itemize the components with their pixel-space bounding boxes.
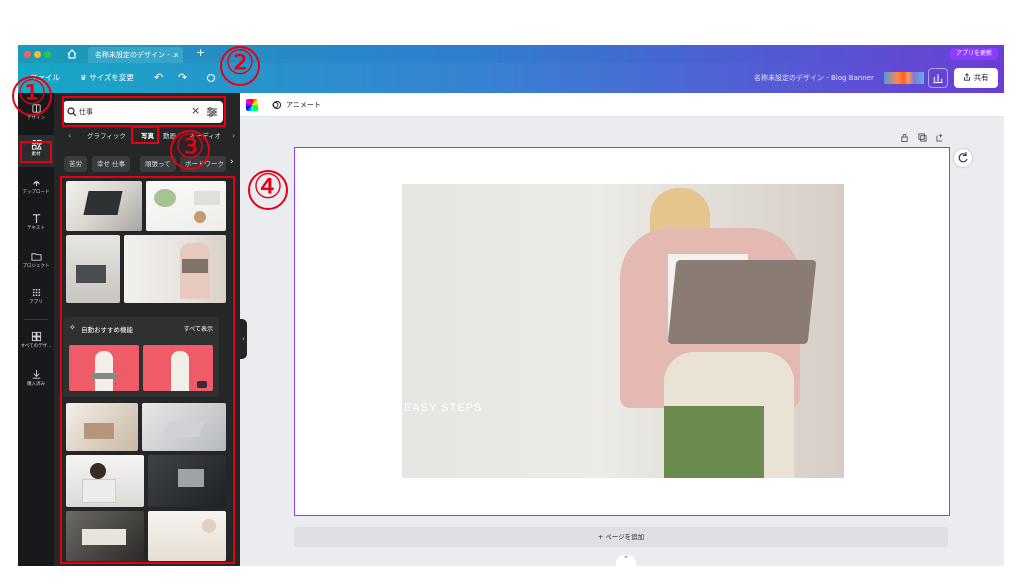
- duplicate-icon[interactable]: [918, 133, 927, 142]
- annotation-number-3: ③: [170, 130, 210, 170]
- collapse-panel-handle[interactable]: ‹: [240, 319, 247, 359]
- left-rail: デザイン 素材 アップロード テキスト プロジェクト アプリ すべてのデザ...: [18, 93, 54, 566]
- tab-bar: 名称未設定のデザイン - ... × + アプリを更新: [18, 45, 1004, 63]
- annotation-number-1: ①: [12, 76, 52, 116]
- home-icon[interactable]: [66, 48, 78, 60]
- tab-graphics[interactable]: グラフィック: [82, 128, 131, 144]
- rail-item-label: アップロード: [22, 190, 50, 195]
- tab-close-icon[interactable]: ×: [173, 47, 179, 63]
- redo-icon[interactable]: ↷: [178, 63, 187, 93]
- tag-chip[interactable]: 苦労: [64, 156, 87, 172]
- rail-item-upload[interactable]: アップロード: [18, 173, 54, 205]
- tag-chip[interactable]: 幸せ 仕事: [92, 156, 131, 172]
- rail-item-label: すべてのデザ...: [20, 344, 52, 349]
- rail-item-label: プロジェクト: [22, 264, 50, 269]
- tabs-prev-icon[interactable]: ‹: [68, 131, 71, 140]
- undo-icon[interactable]: ↶: [154, 63, 163, 93]
- overlay-text[interactable]: EASY STEPS: [404, 402, 482, 414]
- animate-button[interactable]: アニメート: [286, 93, 321, 117]
- minimize-window-dot[interactable]: [34, 51, 41, 58]
- annotation-box-photo-tab: [131, 126, 159, 144]
- annotation-box-elements: [20, 141, 52, 163]
- document-title[interactable]: 名称未設定のデザイン - Blog Banner: [754, 63, 874, 93]
- annotation-number-4: ④: [248, 170, 288, 210]
- grid-icon: [31, 331, 41, 342]
- refresh-icon: [958, 152, 968, 163]
- lock-icon[interactable]: [900, 133, 909, 142]
- refresh-button[interactable]: [954, 149, 972, 167]
- rail-item-label: 購入済み: [27, 382, 45, 387]
- rail-item-projects[interactable]: プロジェクト: [18, 247, 54, 279]
- new-tab-button[interactable]: +: [196, 46, 205, 59]
- annotation-number-2: ②: [220, 46, 260, 86]
- color-picker-button[interactable]: [246, 99, 258, 111]
- rail-item-all-designs[interactable]: すべてのデザ...: [18, 327, 54, 359]
- close-window-dot[interactable]: [24, 51, 31, 58]
- canvas-photo[interactable]: EASY STEPS: [402, 184, 844, 478]
- rail-item-text[interactable]: テキスト: [18, 209, 54, 241]
- rail-item-apps[interactable]: アプリ: [18, 283, 54, 315]
- tab-title: 名称未設定のデザイン - ...: [95, 51, 179, 59]
- expand-pages-icon[interactable]: ⌃: [616, 555, 636, 566]
- tags-next-icon[interactable]: ›: [230, 157, 234, 167]
- share-button[interactable]: 共有: [954, 68, 998, 88]
- rail-item-purchased[interactable]: 購入済み: [18, 365, 54, 397]
- maximize-window-dot[interactable]: [44, 51, 51, 58]
- resize-button[interactable]: ♛ サイズを変更: [80, 63, 134, 93]
- rail-divider: [24, 319, 48, 320]
- apps-icon: [32, 288, 40, 297]
- bar-chart-icon: [933, 74, 943, 84]
- add-page-button[interactable]: + ページを追加: [294, 527, 948, 547]
- context-toolbar: アニメート: [240, 93, 1004, 117]
- rail-item-label: テキスト: [27, 226, 45, 231]
- collaborator-avatars[interactable]: [884, 72, 924, 84]
- annotation-box-results: [60, 176, 235, 564]
- share-label: 共有: [973, 73, 989, 82]
- animate-icon: [272, 100, 282, 110]
- folder-icon: [30, 253, 42, 261]
- photo-stool: [664, 406, 764, 478]
- annotation-box-search: [62, 96, 226, 127]
- share-icon: [964, 73, 971, 81]
- add-page-icon[interactable]: [936, 133, 945, 142]
- photo-laptop: [667, 260, 817, 344]
- insights-button[interactable]: [928, 68, 948, 88]
- rail-item-label: アプリ: [29, 300, 43, 305]
- download-icon: [32, 369, 40, 379]
- tabs-next-icon[interactable]: ›: [232, 131, 235, 140]
- editor-toolbar: ファイル ♛ サイズを変更 ↶ ↷ 名称未設定のデザイン - Blog Bann…: [18, 63, 1004, 93]
- cloud-sync-icon[interactable]: [206, 73, 216, 83]
- tab-document[interactable]: 名称未設定のデザイン - ... ×: [88, 47, 183, 63]
- design-canvas[interactable]: EASY STEPS: [294, 147, 950, 516]
- upload-icon: [32, 180, 40, 187]
- text-icon: [32, 214, 40, 224]
- update-app-button[interactable]: アプリを更新: [949, 48, 998, 60]
